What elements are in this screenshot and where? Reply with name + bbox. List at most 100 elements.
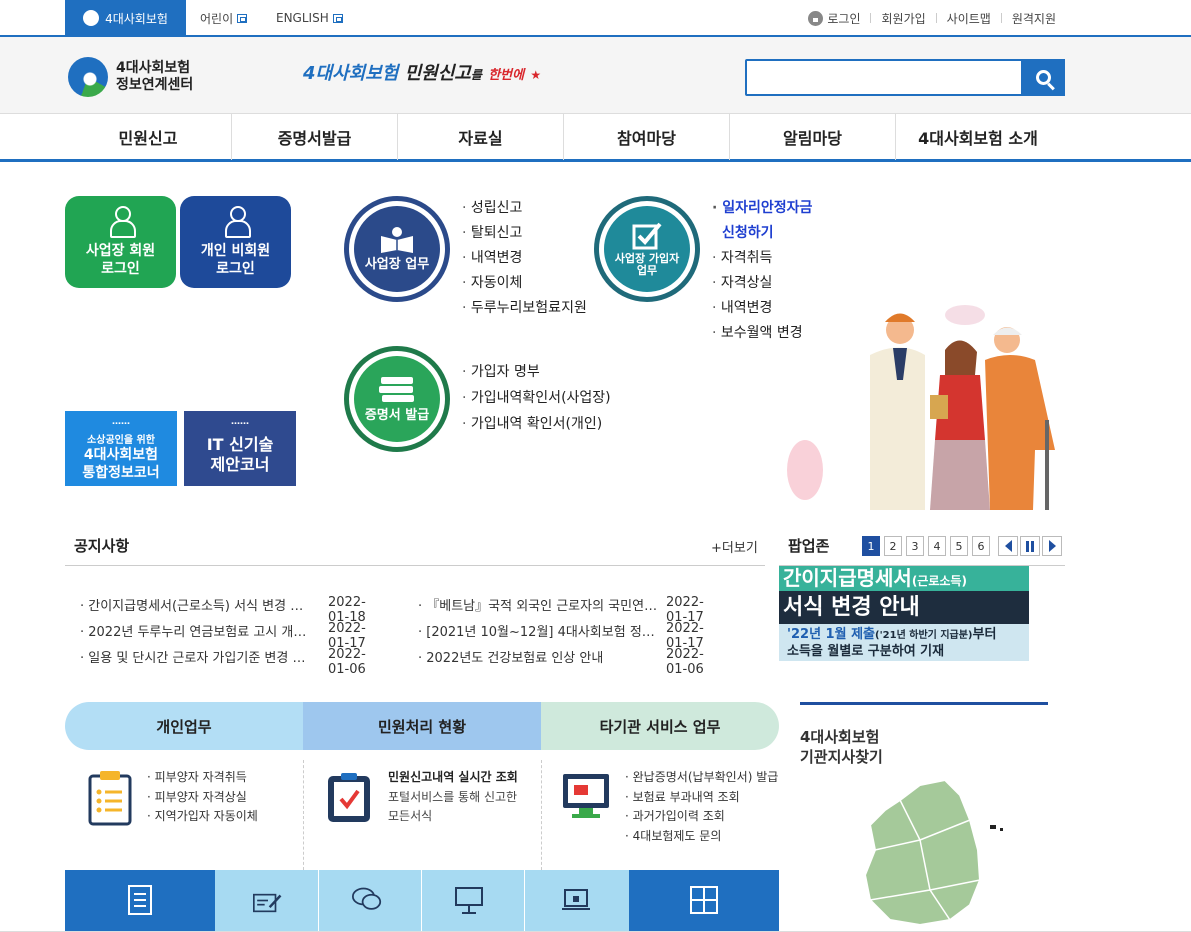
- personal-item-autopay[interactable]: 지역가입자 자동이체: [147, 807, 258, 827]
- popup-page-6[interactable]: 6: [972, 536, 990, 556]
- search-box: [745, 59, 1065, 96]
- subscriber-item-acquire[interactable]: 자격취득: [712, 246, 812, 271]
- business-item-withdraw[interactable]: 탈퇴신고: [462, 221, 587, 246]
- it-line1: IT 신기술: [206, 435, 274, 454]
- dots: ……: [112, 417, 130, 427]
- certificate-item-personal[interactable]: 가입내역 확인서(개인): [462, 411, 611, 437]
- join-link[interactable]: 회원가입: [881, 10, 925, 27]
- search-input[interactable]: [753, 65, 1013, 89]
- popup-pause-button[interactable]: [1020, 536, 1040, 556]
- notice-row-title: 간이지급명세서(근로소득) 서식 변경 …: [80, 599, 303, 614]
- other-item-inquiry[interactable]: 4대보험제도 문의: [625, 827, 778, 847]
- tab-personal-work[interactable]: 개인업무: [65, 702, 303, 750]
- nav-notice-board[interactable]: 알림마당: [730, 114, 896, 160]
- subscriber-item-lose[interactable]: 자격상실: [712, 271, 812, 296]
- popup-page-1[interactable]: 1: [862, 536, 880, 556]
- group-icon: [108, 206, 136, 238]
- popup-zone-title: 팝업존: [788, 537, 830, 555]
- search-icon: [1035, 70, 1051, 85]
- certificate-item-roster[interactable]: 가입자 명부: [462, 359, 611, 385]
- notice-more-link[interactable]: +더보기: [711, 537, 758, 556]
- banner-line4: 소득을 월별로 구분하여 기재: [787, 644, 945, 659]
- certificate-issue-button[interactable]: 증명서 발급: [344, 346, 450, 452]
- laptop-lock-icon[interactable]: [561, 885, 591, 915]
- notice-row[interactable]: 일용 및 단시간 근로자 가입기준 변경 … 2022-01-06: [80, 647, 366, 677]
- business-item-durunuri[interactable]: 두루누리보험료지원: [462, 296, 587, 321]
- checkbox-icon: [632, 222, 662, 250]
- personal-nonmember-login-button[interactable]: 개인 비회원 로그인: [180, 196, 291, 288]
- english-link[interactable]: ENGLISH: [276, 0, 343, 36]
- it-proposal-corner-banner[interactable]: …… IT 신기술 제안코너: [184, 411, 296, 486]
- kids-label: 어린이: [200, 11, 234, 26]
- logo-small-icon: [83, 10, 100, 26]
- search-button[interactable]: [1021, 59, 1065, 96]
- subscriber-work-label2: 업무: [636, 264, 658, 277]
- smallbiz-info-corner-banner[interactable]: …… 소상공인을 위한 4대사회보험 통합정보코너: [65, 411, 177, 486]
- service-tabs: 개인업무 민원처리 현황 타기관 서비스 업무: [65, 702, 779, 750]
- business-work-list: 성립신고 탈퇴신고 내역변경 자동이체 두루누리보험료지원: [462, 196, 587, 321]
- job-stability-fund-apply-link[interactable]: 신청하기: [712, 221, 812, 246]
- popup-prev-button[interactable]: [998, 536, 1018, 556]
- popup-page-5[interactable]: 5: [950, 536, 968, 556]
- realtime-status-link[interactable]: 민원신고내역 실시간 조회: [388, 768, 518, 787]
- popup-page-3[interactable]: 3: [906, 536, 924, 556]
- nav-participation[interactable]: 참여마당: [564, 114, 730, 160]
- presentation-icon[interactable]: [454, 885, 484, 915]
- notice-row-title: [2021년 10월~12월] 4대사회보험 정…: [418, 625, 655, 640]
- remote-support-link[interactable]: 원격지원: [1012, 10, 1056, 27]
- other-item-payment-cert[interactable]: 완납증명서(납부확인서) 발급: [625, 768, 779, 788]
- status-desc-line2: 모든서식: [388, 809, 433, 823]
- business-item-change[interactable]: 내역변경: [462, 246, 587, 271]
- popup-page-2[interactable]: 2: [884, 536, 902, 556]
- document-list-icon[interactable]: [125, 885, 155, 915]
- korea-map[interactable]: [860, 780, 1010, 930]
- other-item-premium-history[interactable]: 보험료 부과내역 조회: [625, 788, 778, 808]
- certificate-item-business[interactable]: 가입내역확인서(사업장): [462, 385, 611, 411]
- divider: [800, 702, 1048, 705]
- new-window-icon: [332, 13, 343, 23]
- nav-certificate[interactable]: 증명서발급: [232, 114, 398, 160]
- business-item-autopay[interactable]: 자동이체: [462, 271, 587, 296]
- personal-item-acquire[interactable]: 피부양자 자격취득: [147, 768, 258, 788]
- nav-about[interactable]: 4대사회보험 소개: [896, 114, 1060, 160]
- nav-archive[interactable]: 자료실: [398, 114, 564, 160]
- kids-link[interactable]: 어린이: [200, 0, 248, 36]
- status-desc-line1: 포털서비스를 통해 신고한: [388, 790, 518, 804]
- notice-row[interactable]: 2022년 두루누리 연금보험료 고시 개… 2022-01-17: [80, 621, 366, 651]
- personal-item-lose[interactable]: 피부양자 자격상실: [147, 788, 258, 808]
- tab-civil-status[interactable]: 민원처리 현황: [303, 702, 541, 750]
- site-logo[interactable]: 4대사회보험 정보연계센터: [68, 57, 193, 97]
- business-member-login-button[interactable]: 사업장 회원 로그인: [65, 196, 176, 288]
- notice-row[interactable]: 『베트남』국적 외국인 근로자의 국민연… 2022-01-17: [418, 595, 704, 625]
- popup-next-button[interactable]: [1042, 536, 1062, 556]
- sitemap-link[interactable]: 사이트맵: [947, 10, 991, 27]
- popup-banner[interactable]: 간이지급명세서(근로소득) 서식 변경 안내 '22년 1월 제출('21년 하…: [779, 566, 1029, 661]
- edit-form-icon[interactable]: [253, 888, 283, 918]
- tab-4-insurance[interactable]: 4대사회보험: [65, 0, 186, 36]
- notice-row-date: 2022-01-06: [328, 647, 366, 677]
- business-work-button[interactable]: 사업장 업무: [344, 196, 450, 302]
- business-item-establish[interactable]: 성립신고: [462, 196, 587, 221]
- subscriber-work-button[interactable]: 사업장 가입자 업무: [594, 196, 700, 302]
- nav-civil-report[interactable]: 민원신고: [65, 114, 232, 160]
- notice-row-title: 『베트남』국적 외국인 근로자의 국민연…: [418, 599, 657, 614]
- other-item-past-history[interactable]: 과거가입이력 조회: [625, 807, 778, 827]
- divider: [541, 760, 542, 870]
- logo-icon: [68, 57, 108, 97]
- chat-bubbles-icon[interactable]: [352, 885, 382, 915]
- notice-row[interactable]: 간이지급명세서(근로소득) 서식 변경 … 2022-01-18: [80, 595, 366, 625]
- notice-row[interactable]: [2021년 10월~12월] 4대사회보험 정… 2022-01-17: [418, 621, 704, 651]
- tab-other-agency[interactable]: 타기관 서비스 업무: [541, 702, 779, 750]
- divider: [524, 870, 525, 932]
- slogan-part-c: 를: [470, 68, 482, 82]
- notice-row[interactable]: 2022년도 건강보험료 인상 안내 2022-01-06: [418, 647, 704, 677]
- banner-line3c: 부터: [972, 627, 997, 642]
- slogan-part-d: 한번에: [488, 68, 525, 83]
- job-stability-fund-link[interactable]: 일자리안정자금: [712, 196, 812, 221]
- it-line2: 제안코너: [210, 455, 270, 474]
- notice-row-date: 2022-01-06: [666, 647, 704, 677]
- popup-page-4[interactable]: 4: [928, 536, 946, 556]
- calculator-icon[interactable]: [689, 885, 719, 915]
- workers-illustration: [787, 305, 1055, 510]
- login-link[interactable]: 로그인: [827, 10, 860, 27]
